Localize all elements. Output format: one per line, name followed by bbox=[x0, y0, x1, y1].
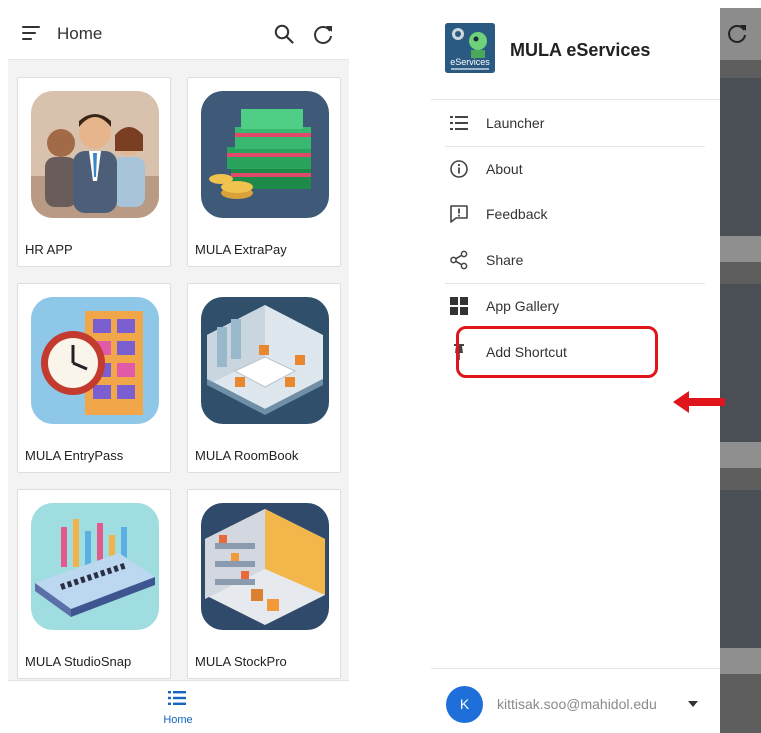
bottom-navigation: Home bbox=[8, 680, 349, 733]
menu-item-label: Feedback bbox=[486, 206, 548, 222]
dimmed-card-label bbox=[720, 442, 761, 468]
grid-icon bbox=[450, 297, 468, 315]
drawer-screen: eServices MULA eServices Launcher About bbox=[431, 8, 761, 733]
search-icon[interactable] bbox=[274, 24, 294, 44]
share-icon bbox=[450, 250, 468, 270]
app-card-mula-extrapay[interactable]: MULA ExtraPay bbox=[187, 77, 341, 267]
menu-item-label: Share bbox=[486, 252, 524, 268]
feedback-icon bbox=[450, 205, 468, 223]
menu-item-label: App Gallery bbox=[486, 298, 560, 314]
menu-item-share[interactable]: Share bbox=[445, 238, 705, 282]
dimmed-card bbox=[720, 490, 761, 648]
user-email: kittisak.soo@mahidol.edu bbox=[497, 696, 657, 712]
navigation-drawer: eServices MULA eServices Launcher About bbox=[431, 8, 720, 733]
money-stack-illustration-icon bbox=[201, 91, 329, 218]
dimmed-card bbox=[720, 284, 761, 442]
dimmed-card-label bbox=[720, 236, 761, 262]
hamburger-menu-icon[interactable] bbox=[22, 26, 42, 42]
chevron-down-icon[interactable] bbox=[688, 701, 698, 707]
home-tab[interactable]: Home bbox=[155, 687, 201, 729]
highlight-annotation bbox=[456, 326, 658, 378]
list-icon bbox=[450, 116, 468, 130]
info-icon bbox=[450, 160, 468, 178]
mixing-console-illustration-icon bbox=[31, 503, 159, 630]
warehouse-illustration-icon bbox=[201, 503, 329, 630]
meeting-room-illustration-icon bbox=[201, 297, 329, 424]
list-icon bbox=[168, 691, 186, 705]
app-label: MULA EntryPass bbox=[25, 448, 124, 463]
app-label: MULA RoomBook bbox=[195, 448, 299, 463]
app-card-hr-app[interactable]: HR APP bbox=[17, 77, 171, 267]
menu-item-about[interactable]: About bbox=[445, 147, 705, 191]
drawer-app-name: MULA eServices bbox=[510, 40, 651, 60]
menu-item-label: Launcher bbox=[486, 115, 545, 131]
dimmed-card bbox=[720, 78, 761, 236]
dimmed-card-label bbox=[720, 648, 761, 674]
menu-item-label: About bbox=[486, 161, 523, 177]
dimmed-background[interactable] bbox=[720, 8, 761, 733]
avatar: K bbox=[446, 686, 483, 723]
app-card-mula-roombook[interactable]: MULA RoomBook bbox=[187, 283, 341, 473]
refresh-icon bbox=[728, 25, 746, 43]
app-label: MULA ExtraPay bbox=[195, 242, 287, 257]
app-logo: eServices bbox=[445, 23, 495, 73]
robot-logo-icon: eServices bbox=[445, 23, 495, 73]
menu-item-app-gallery[interactable]: App Gallery bbox=[445, 284, 705, 328]
home-tab-label: Home bbox=[163, 714, 193, 726]
clock-building-illustration-icon bbox=[31, 297, 159, 424]
logo-text: eServices bbox=[450, 57, 490, 67]
refresh-icon[interactable] bbox=[312, 23, 334, 45]
menu-item-launcher[interactable]: Launcher bbox=[445, 101, 705, 145]
app-card-mula-entrypass[interactable]: MULA EntryPass bbox=[17, 283, 171, 473]
app-card-mula-studiosnap[interactable]: MULA StudioSnap bbox=[17, 489, 171, 679]
menu-item-feedback[interactable]: Feedback bbox=[445, 192, 705, 236]
app-label: HR APP bbox=[25, 242, 73, 257]
people-illustration-icon bbox=[31, 91, 159, 218]
top-app-bar: Home bbox=[8, 8, 349, 60]
arrow-left-icon bbox=[673, 391, 725, 413]
app-label: MULA StudioSnap bbox=[25, 654, 132, 669]
home-screen: Home HR APP MULA ExtraPay MULA EntryPass… bbox=[8, 8, 349, 733]
page-title: Home bbox=[57, 24, 103, 43]
app-label: MULA StockPro bbox=[195, 654, 287, 669]
divider bbox=[431, 99, 720, 100]
app-card-mula-stockpro[interactable]: MULA StockPro bbox=[187, 489, 341, 679]
account-switcher[interactable]: K kittisak.soo@mahidol.edu bbox=[431, 668, 720, 733]
